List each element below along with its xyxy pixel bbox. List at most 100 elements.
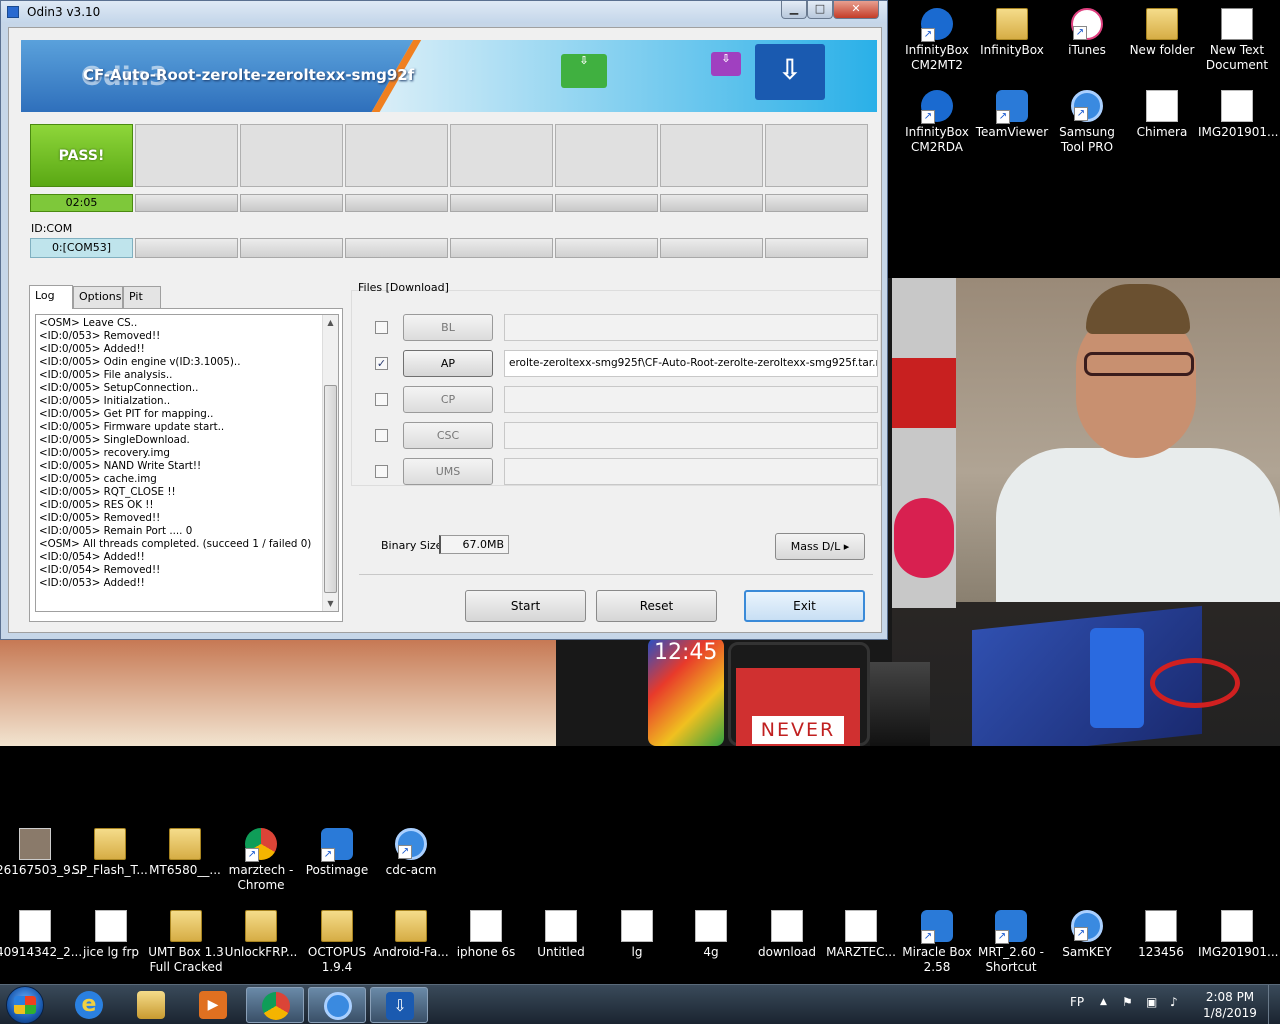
file-button-cp[interactable]: CP [403, 386, 493, 413]
file-path-bl[interactable] [504, 314, 878, 341]
desktop-icon[interactable]: lg [598, 910, 676, 960]
scroll-down-icon[interactable]: ▼ [323, 596, 338, 611]
start-button[interactable]: Start [465, 590, 586, 622]
file-checkbox-bl[interactable] [375, 321, 388, 334]
desktop-icon[interactable]: New folder [1123, 8, 1201, 58]
desktop-icon[interactable]: iphone 6s [447, 910, 525, 960]
taskbar-chrome[interactable] [246, 987, 304, 1023]
desktop-icon-label: 4g [703, 945, 719, 959]
desktop-icon[interactable]: marztech - Chrome [222, 828, 300, 893]
log-line: <ID:0/005> recovery.img [39, 447, 170, 459]
port-status-empty [345, 124, 448, 187]
maximize-button[interactable]: □ [807, 1, 833, 19]
desktop-icon[interactable]: Android-Fa... [372, 910, 450, 960]
log-line: <ID:0/005> Remain Port .... 0 [39, 525, 193, 537]
scroll-up-icon[interactable]: ▲ [323, 315, 338, 330]
reset-button[interactable]: Reset [596, 590, 717, 622]
desktop-icon[interactable]: IMG201901... [1198, 90, 1278, 140]
desktop-icon[interactable]: MARZTEC... [822, 910, 900, 960]
log-line: <ID:0/053> Added!! [39, 577, 145, 589]
show-hidden-icons-icon[interactable]: ▲ [1100, 997, 1107, 1024]
language-indicator[interactable]: FP [1070, 995, 1084, 1024]
desktop-icon[interactable]: InfinityBox [973, 8, 1051, 58]
desktop-icon-label: UnlockFRP... [224, 945, 298, 959]
desktop-icon[interactable]: jice lg frp [72, 910, 150, 960]
file-button-ums[interactable]: UMS [403, 458, 493, 485]
tab-log[interactable]: Log [29, 285, 73, 309]
desktop-icon[interactable]: 26167503_9... [0, 828, 82, 878]
desktop-icon[interactable]: Samsung Tool PRO [1048, 90, 1126, 155]
file-path-csc[interactable] [504, 422, 878, 449]
desktop-icon[interactable]: TeamViewer [973, 90, 1051, 140]
log-scrollbar[interactable]: ▲ ▼ [322, 315, 338, 611]
file-checkbox-csc[interactable] [375, 429, 388, 442]
file-checkbox-ap[interactable]: ✓ [375, 357, 388, 370]
desktop-icon[interactable]: Miracle Box 2.58 [898, 910, 976, 975]
log-output[interactable]: <OSM> Leave CS.. <ID:0/053> Removed!! <ID:… [35, 314, 339, 612]
file-path-ums[interactable] [504, 458, 878, 485]
desktop-icon[interactable]: SamKEY [1048, 910, 1126, 960]
desktop-icon[interactable]: Chimera [1123, 90, 1201, 140]
desktop-icon[interactable]: cdc-acm [372, 828, 450, 878]
desktop-icon[interactable]: UMT Box 1.3 Full Cracked [147, 910, 225, 975]
taskbar-file-explorer[interactable] [122, 987, 180, 1023]
taskbar-samsung-tool[interactable] [308, 987, 366, 1023]
start-button[interactable] [6, 986, 44, 1024]
desktop-icon[interactable]: MRT_2.60 - Shortcut [972, 910, 1050, 975]
desktop-icon[interactable]: SP_Flash_T... [71, 828, 149, 878]
desktop-icon-label: lg [631, 945, 643, 959]
text-document-icon [1221, 8, 1253, 40]
port-progress-bar [765, 194, 868, 212]
file-button-bl[interactable]: BL [403, 314, 493, 341]
desktop-icon[interactable]: InfinityBox CM2MT2 [898, 8, 976, 73]
tab-options[interactable]: Options [73, 286, 123, 308]
desktop-icon[interactable]: OCTOPUS 1.9.4 [298, 910, 376, 975]
desktop-icon[interactable]: UnlockFRP... [222, 910, 300, 960]
desktop-icon[interactable]: 4g [672, 910, 750, 960]
file-checkbox-cp[interactable] [375, 393, 388, 406]
desktop-icon[interactable]: New Text Document [1198, 8, 1276, 73]
log-line: <ID:0/005> Initialzation.. [39, 395, 171, 407]
taskbar-odin[interactable]: ⇩ [370, 987, 428, 1023]
odin-title-bar[interactable]: Odin3 v3.10 ▁ □ ✕ [1, 1, 887, 23]
desktop-icon[interactable]: iTunes [1048, 8, 1126, 58]
file-path-ap[interactable]: erolte-zeroltexx-smg925f\CF-Auto-Root-ze… [504, 350, 878, 377]
desktop-icon[interactable]: 40914342_2... [0, 910, 82, 960]
photo-file-icon [19, 828, 51, 860]
taskbar-media-player[interactable]: ▶ [184, 987, 242, 1023]
desktop-icon[interactable]: Postimage [298, 828, 376, 878]
desktop-icon-label: Android-Fa... [373, 945, 449, 959]
tab-pit[interactable]: Pit [123, 286, 161, 308]
log-line: <ID:0/005> Added!! [39, 343, 145, 355]
desktop-icon[interactable]: MT6580__... [146, 828, 224, 878]
show-desktop-button[interactable] [1268, 985, 1280, 1024]
mrt-icon [995, 910, 1027, 944]
exit-button[interactable]: Exit [744, 590, 865, 622]
scroll-thumb[interactable] [324, 385, 337, 593]
action-center-flag-icon[interactable]: ⚑ [1122, 995, 1133, 1024]
file-checkbox-ums[interactable] [375, 465, 388, 478]
log-line: <ID:0/005> RQT_CLOSE !! [39, 486, 176, 498]
desktop-icon[interactable]: InfinityBox CM2RDA [898, 90, 976, 155]
system-clock[interactable]: 2:08 PM 1/8/2019 [1200, 989, 1260, 1021]
desktop-icon[interactable]: Untitled [522, 910, 600, 960]
cdc-acm-icon [395, 828, 427, 860]
desktop-icon[interactable]: download [748, 910, 826, 960]
file-button-ap[interactable]: AP [403, 350, 493, 377]
network-icon[interactable]: ▣ [1146, 995, 1157, 1024]
desktop-icon-label: Chimera [1136, 125, 1188, 139]
volume-icon[interactable]: ♪ [1170, 995, 1178, 1024]
port-status-empty [555, 124, 658, 187]
desktop-icon[interactable]: 123456 [1122, 910, 1200, 960]
desktop-icon-label: Untitled [537, 945, 585, 959]
desktop-icon[interactable]: IMG201901... [1198, 910, 1278, 960]
close-button[interactable]: ✕ [833, 1, 879, 19]
log-line: <OSM> All threads completed. (succeed 1 … [39, 538, 312, 550]
image-file-icon [545, 910, 577, 942]
file-button-csc[interactable]: CSC [403, 422, 493, 449]
taskbar-internet-explorer[interactable]: e [60, 987, 118, 1023]
minimize-button[interactable]: ▁ [781, 1, 807, 19]
winrar-icon [95, 910, 127, 942]
file-path-cp[interactable] [504, 386, 878, 413]
mass-download-button[interactable]: Mass D/L ▸ [775, 533, 865, 560]
